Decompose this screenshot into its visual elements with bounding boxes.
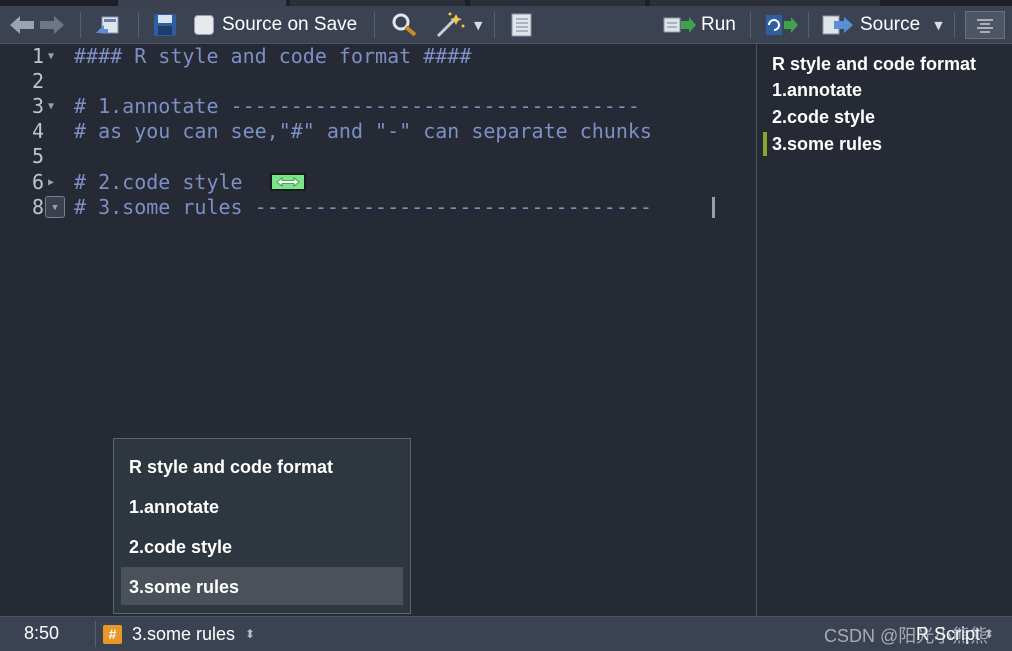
toolbar-separator (138, 12, 139, 38)
text-cursor (712, 197, 715, 218)
line-number: 8 (31, 195, 44, 219)
folded-code-marker[interactable] (270, 173, 306, 191)
rerun-button[interactable] (764, 6, 800, 44)
editor-line: 5 (0, 144, 757, 169)
editor-line: 2 (0, 69, 757, 94)
outline-item[interactable]: 2.code style (772, 107, 875, 128)
chevron-down-icon: ▼ (934, 18, 943, 32)
expand-arrows-icon (276, 177, 300, 187)
code-tools-button[interactable]: ▼ (434, 6, 482, 44)
toolbar-separator (808, 12, 809, 38)
run-button[interactable]: Run (663, 6, 736, 44)
toolbar-separator (494, 12, 495, 38)
section-jump-menu: R style and code format 1.annotate 2.cod… (113, 438, 411, 614)
watermark: CSDN @阳光小熊熊 (824, 626, 989, 646)
outline-icon (977, 19, 993, 33)
menu-item-label: 3.some rules (129, 577, 240, 597)
line-number: 4 (31, 119, 44, 143)
line-number: 5 (31, 144, 44, 168)
source-label: Source (860, 14, 921, 35)
arrow-right-icon (40, 16, 64, 34)
fold-active-icon[interactable]: ▼ (45, 196, 65, 218)
fold-expanded-icon[interactable]: ▼ (48, 44, 60, 69)
line-number: 1 (31, 44, 44, 68)
menu-item-selected[interactable]: 3.some rules (121, 567, 403, 605)
editor-line: 4 # as you can see,"#" and "-" can separ… (0, 119, 757, 144)
search-icon (392, 13, 417, 37)
menu-item[interactable]: 1.annotate (129, 497, 219, 518)
editor-line: 3 ▼ # 1.annotate -----------------------… (0, 94, 757, 119)
chevron-down-icon: ▼ (474, 18, 483, 32)
source-icon (822, 15, 853, 35)
outline-item[interactable]: R style and code format (772, 54, 976, 75)
line-number: 6 (31, 170, 44, 194)
source-on-save-label: Source on Save (222, 14, 358, 35)
run-label: Run (701, 14, 736, 35)
toolbar-separator (750, 12, 751, 38)
cursor-position: 8:50 (24, 623, 60, 643)
code-text: # 3.some rules -------------------------… (74, 195, 652, 219)
editor-toolbar: Source on Save ▼ Run Source ▼ (0, 6, 1012, 44)
menu-item[interactable]: R style and code format (129, 457, 333, 478)
outline-current-marker (763, 132, 767, 156)
code-text: # 2.code style (74, 170, 243, 194)
outline-item[interactable]: 1.annotate (772, 80, 862, 101)
section-selector[interactable]: # 3.some rules ⬍ (103, 617, 255, 651)
section-name: 3.some rules (132, 623, 236, 644)
toolbar-separator (374, 12, 375, 38)
status-separator (95, 621, 96, 647)
save-icon (154, 14, 176, 36)
menu-item[interactable]: 2.code style (129, 537, 232, 558)
run-icon (663, 17, 696, 33)
source-on-save-toggle[interactable]: Source on Save (194, 6, 357, 44)
arrow-left-icon (10, 16, 34, 34)
fold-expanded-icon[interactable]: ▼ (48, 94, 60, 119)
save-button[interactable] (152, 6, 178, 44)
find-button[interactable] (390, 6, 418, 44)
forward-button[interactable] (38, 6, 66, 44)
status-bar: 8:50 # 3.some rules ⬍ R Script ⬍ CSDN @阳… (0, 616, 1012, 651)
editor-line: 1 ▼ #### R style and code format #### (0, 44, 757, 69)
magic-wand-icon (436, 12, 465, 38)
updown-chevron-icon: ⬍ (245, 627, 256, 641)
code-text: # 1.annotate ---------------------------… (74, 94, 640, 118)
source-on-save-checkbox[interactable] (194, 15, 214, 35)
editor-line-active: 8 ▼ # 3.some rules ---------------------… (0, 195, 757, 220)
source-button[interactable]: Source ▼ (822, 6, 943, 44)
document-outline: R style and code format 1.annotate 2.cod… (757, 44, 1012, 616)
notebook-icon (511, 13, 532, 37)
outline-item-current[interactable]: 3.some rules (772, 134, 882, 155)
toolbar-separator (80, 12, 81, 38)
compile-report-button[interactable] (508, 6, 534, 44)
code-text: #### R style and code format #### (74, 44, 472, 68)
back-button[interactable] (8, 6, 36, 44)
outline-toggle-button[interactable] (965, 6, 1005, 44)
editor-line: 6 ▶ # 2.code style (0, 170, 757, 195)
rerun-icon (766, 15, 798, 35)
toolbar-separator (954, 12, 955, 38)
fold-collapsed-icon[interactable]: ▶ (48, 170, 60, 195)
show-in-window-icon (96, 16, 119, 34)
section-badge-icon: # (103, 624, 122, 644)
show-in-window-button[interactable] (94, 6, 122, 44)
code-text: # as you can see,"#" and "-" can separat… (74, 119, 652, 143)
line-number: 2 (31, 69, 44, 93)
line-number: 3 (31, 94, 44, 118)
